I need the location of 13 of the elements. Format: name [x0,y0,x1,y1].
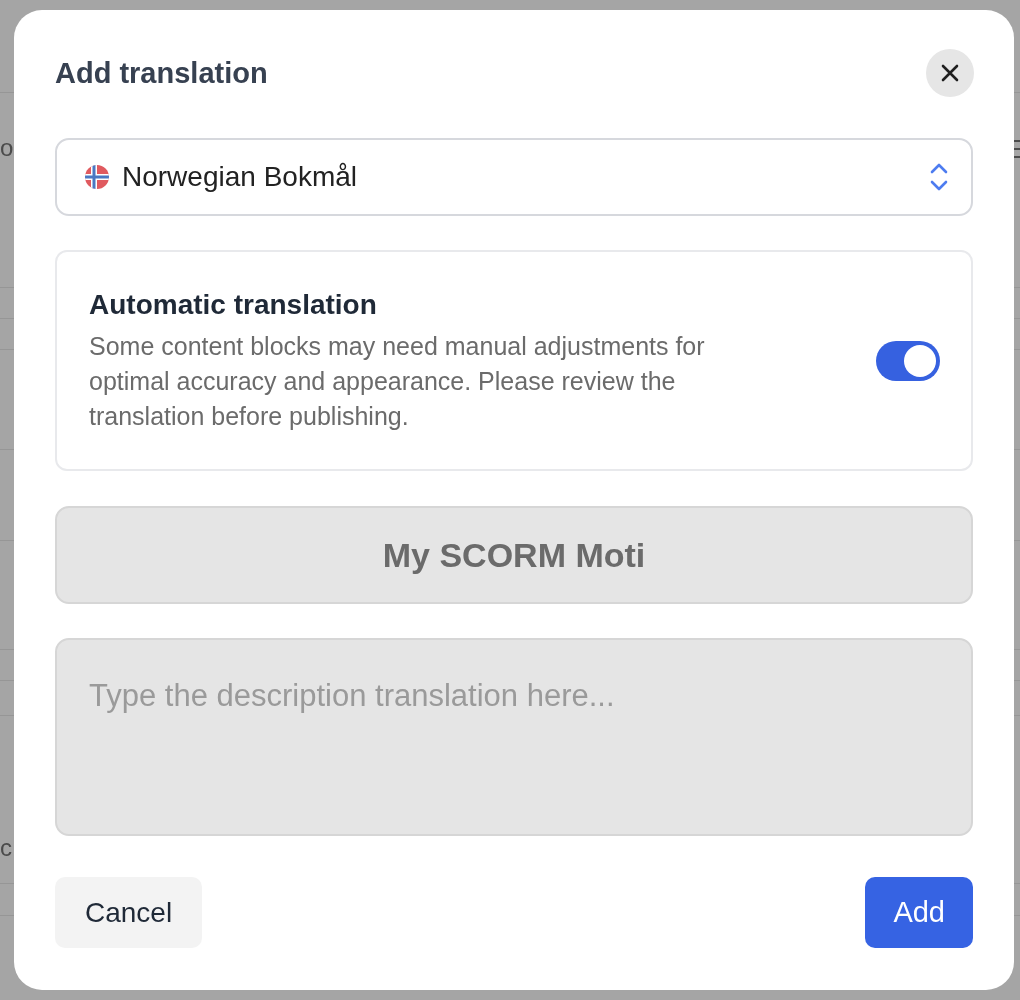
page-text-fragment: o [0,133,14,163]
auto-translation-title: Automatic translation [89,288,377,322]
close-button[interactable] [926,49,974,97]
toggle-switch[interactable] [876,340,940,381]
page-text-fragment: c [0,833,12,863]
cancel-button[interactable]: Cancel [55,877,203,948]
auto-translation-description: Some content blocks may need manual adjustments for optimal accuracy and appearance. Please review the translation before publishing. [89,331,706,432]
language-select[interactable]: Norwegian Bokmål [55,138,973,216]
add-button[interactable]: Add [865,877,973,948]
chevron-up-down-icon [930,163,948,191]
dialog-title: Add translation [55,56,268,91]
close-icon [941,64,959,82]
flag-icon [85,165,109,189]
